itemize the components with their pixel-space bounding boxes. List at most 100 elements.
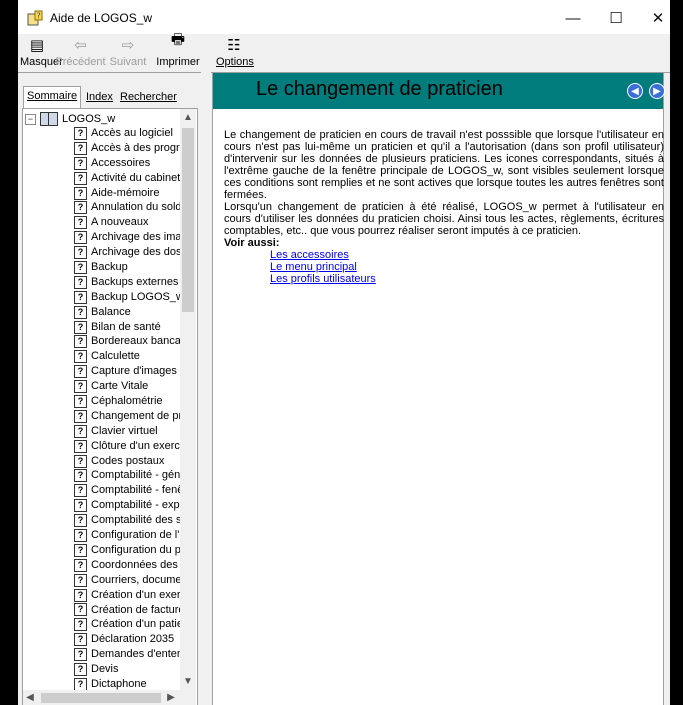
tree-item[interactable]: ? Aide-mémoire	[74, 186, 180, 201]
tree-items: ? Accès au logiciel? Accès à des progr? Acc…	[74, 126, 180, 690]
tree-item[interactable]: ? Bordereaux banca	[74, 334, 180, 349]
back-button[interactable]: ⇦ Précédent	[55, 34, 106, 72]
tree-item[interactable]: ? Courriers, documer	[74, 573, 180, 588]
tree-item-label: Création de facture	[91, 603, 180, 616]
forward-button[interactable]: ⇨ Suivant	[106, 34, 150, 72]
tree-item[interactable]: ? Accès au logiciel	[74, 126, 180, 141]
help-topic-icon: ?	[74, 543, 87, 557]
next-topic-icon[interactable]: ▶	[649, 83, 665, 99]
help-topic-icon: ?	[74, 141, 87, 155]
help-topic-icon: ?	[74, 499, 87, 513]
topic-title: Le changement de praticien	[256, 78, 503, 100]
horizontal-scrollbar[interactable]: ◀ ▶	[23, 690, 180, 705]
hide-pane-icon: ▤	[29, 37, 45, 54]
tree-item-label: Céphalométrie	[91, 395, 163, 408]
horizontal-scroll-thumb[interactable]	[41, 693, 161, 703]
help-topic-icon: ?	[74, 290, 87, 304]
tree-item[interactable]: ? Carte Vitale	[74, 379, 180, 394]
help-topic-icon: ?	[74, 171, 87, 185]
tree-item[interactable]: ? Comptabilité des sc	[74, 513, 180, 528]
collapse-icon[interactable]: −	[25, 113, 36, 125]
tree-item[interactable]: ? Accès à des progr	[74, 141, 180, 156]
link-accessories[interactable]: Les accessoires	[270, 249, 664, 261]
tree-item[interactable]: ? Archivage des dos	[74, 245, 180, 260]
tree-item-label: Déclaration 2035	[91, 633, 175, 646]
scroll-right-icon[interactable]: ▶	[164, 690, 178, 705]
tree-item-label: Accès à des progr	[91, 141, 180, 154]
tree-root[interactable]: − LOGOS_w	[25, 112, 115, 126]
tree-item[interactable]: ? Dictaphone	[74, 677, 180, 690]
pane-splitter[interactable]	[201, 72, 211, 705]
tree-item[interactable]: ? Capture d'images	[74, 364, 180, 379]
tree-item[interactable]: ? A nouveaux	[74, 215, 180, 230]
scroll-left-icon[interactable]: ◀	[23, 690, 37, 705]
tree-item[interactable]: ? Configuration de l'in	[74, 528, 180, 543]
svg-text:?: ?	[37, 12, 41, 21]
tree-item[interactable]: ? Céphalométrie	[74, 394, 180, 409]
tab-index[interactable]: Index	[83, 88, 116, 107]
tree-item-label: Comptabilité - expo	[91, 499, 180, 512]
help-topic-icon: ?	[74, 394, 87, 408]
tree-item-label: Backup	[91, 261, 128, 274]
tree-item[interactable]: ? Backup LOGOS_w	[74, 290, 180, 305]
tree-item-label: Accessoires	[91, 156, 151, 169]
tree-item[interactable]: ? Balance	[74, 305, 180, 320]
tree-item[interactable]: ? Demandes d'entent	[74, 647, 180, 662]
tree-item-label: Balance	[91, 305, 131, 318]
tree-item-label: Codes postaux	[91, 454, 165, 467]
tree-item[interactable]: ? Création d'un exerc	[74, 588, 180, 603]
help-topic-icon: ?	[74, 216, 87, 230]
tree-item[interactable]: ? Codes postaux	[74, 454, 180, 469]
hide-button[interactable]: ▤ Masquer	[20, 34, 63, 72]
tree-item[interactable]: ? Création de facture	[74, 603, 180, 618]
tree-item-label: Demandes d'entent	[91, 648, 180, 661]
tree-item[interactable]: ? Activité du cabinet	[74, 171, 180, 186]
print-label: Imprimer	[156, 56, 200, 68]
tree-item[interactable]: ? Calculette	[74, 349, 180, 364]
link-main-menu[interactable]: Le menu principal	[270, 261, 664, 273]
tree-item[interactable]: ? Accessoires	[74, 156, 180, 171]
tree-item[interactable]: ? Backups externes	[74, 275, 180, 290]
help-topic-icon: ?	[74, 201, 87, 215]
options-button[interactable]: ☷ Options	[216, 34, 254, 72]
tab-contents[interactable]: Sommaire	[23, 86, 82, 108]
tree-item[interactable]: ? Coordonnées des :	[74, 558, 180, 573]
vertical-scrollbar[interactable]: ▲ ▼	[180, 109, 196, 690]
tree-item[interactable]: ? Création d'un patien	[74, 617, 180, 632]
tree-item[interactable]: ? Clôture d'un exerci	[74, 439, 180, 454]
tree-item[interactable]: ? Backup	[74, 260, 180, 275]
help-topic-icon: ?	[74, 663, 87, 676]
help-topic-icon: ?	[74, 573, 87, 587]
tree-item[interactable]: ? Clavier virtuel	[74, 424, 180, 439]
scroll-down-icon[interactable]: ▼	[180, 673, 196, 690]
tab-search[interactable]: Rechercher	[117, 88, 180, 107]
print-button[interactable]: 🖶 Imprimer	[156, 31, 200, 72]
tree-item[interactable]: ? Comptabilité - géné	[74, 468, 180, 483]
minimize-button[interactable]: —	[553, 4, 593, 32]
tree-item[interactable]: ? Comptabilité - fenêt	[74, 483, 180, 498]
close-button[interactable]: ✕	[638, 4, 670, 32]
tree-item[interactable]: ? Changement de pra	[74, 409, 180, 424]
tree-item[interactable]: ? Déclaration 2035	[74, 632, 180, 647]
previous-topic-icon[interactable]: ◀	[627, 83, 643, 99]
topic-pane: Le changement de praticien ◀ ▶ Le change…	[212, 72, 665, 705]
help-topic-icon: ?	[74, 275, 87, 289]
tree-item[interactable]: ? Devis	[74, 662, 180, 677]
tree-item-label: Activité du cabinet	[91, 171, 180, 184]
tree-item[interactable]: ? Comptabilité - expo	[74, 498, 180, 513]
tree-item-label: Capture d'images	[91, 365, 177, 378]
scroll-thumb[interactable]	[182, 128, 194, 312]
help-topic-icon: ?	[74, 260, 87, 274]
tree-item[interactable]: ? Bilan de santé	[74, 320, 180, 335]
hide-label: Masquer	[20, 56, 63, 68]
scroll-up-icon[interactable]: ▲	[180, 109, 196, 126]
tree-item[interactable]: ? Annulation du solde	[74, 200, 180, 215]
link-user-profiles[interactable]: Les profils utilisateurs	[270, 273, 664, 285]
tree-item-label: Devis	[91, 663, 119, 676]
tree-item-label: Configuration de l'in	[91, 529, 180, 542]
tree-item[interactable]: ? Configuration du po	[74, 543, 180, 558]
help-topic-icon: ?	[74, 320, 87, 334]
help-topic-icon: ?	[74, 439, 87, 453]
tree-item[interactable]: ? Archivage des ima	[74, 230, 180, 245]
maximize-button[interactable]: ☐	[596, 4, 636, 32]
